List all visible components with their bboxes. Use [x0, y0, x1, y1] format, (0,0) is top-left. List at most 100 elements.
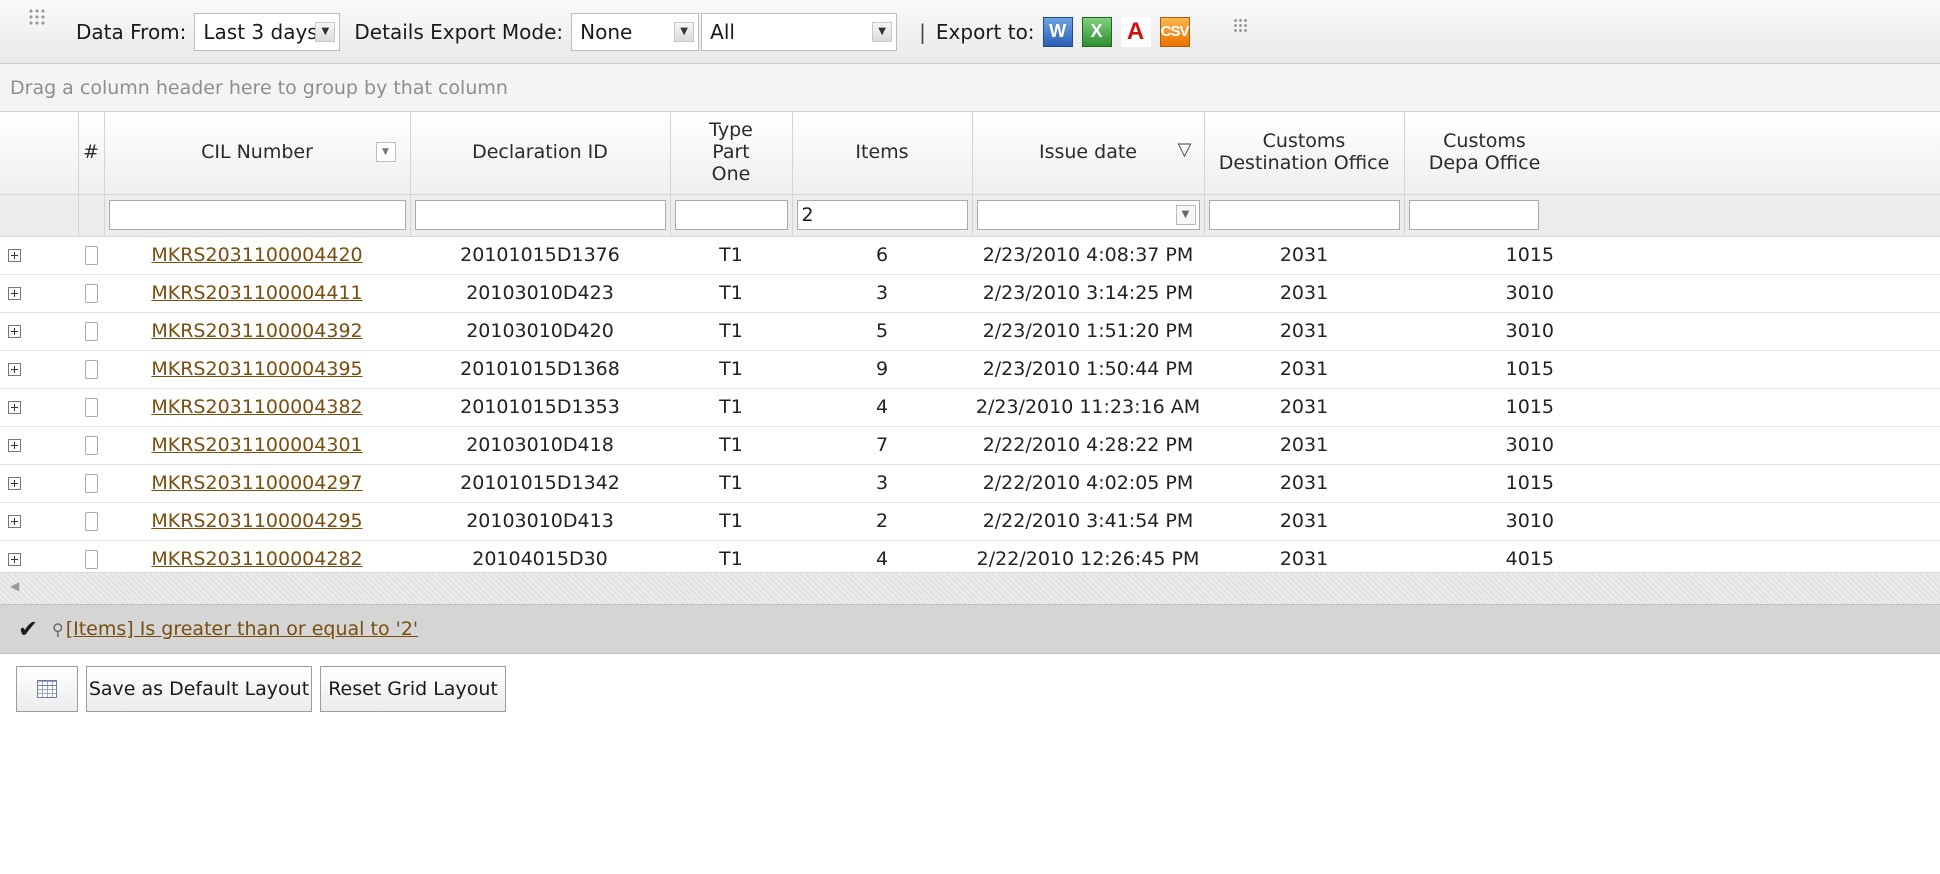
expand-row-icon[interactable] — [8, 477, 21, 490]
expand-row-icon[interactable] — [8, 363, 21, 376]
cil-number-link[interactable]: MKRS2031100004297 — [151, 472, 362, 494]
cil-number-filter-input[interactable] — [108, 200, 406, 230]
expand-row-cell[interactable] — [0, 236, 78, 275]
cil-number-cell: MKRS2031100004420 — [104, 236, 410, 275]
cil-number-cell: MKRS2031100004295 — [104, 502, 410, 541]
cil-number-link[interactable]: MKRS2031100004282 — [151, 548, 362, 570]
row-select-cell[interactable] — [78, 350, 104, 389]
cil-number-link[interactable]: MKRS2031100004301 — [151, 434, 362, 456]
expand-row-cell[interactable] — [0, 426, 78, 465]
cil-number-cell: MKRS2031100004411 — [104, 274, 410, 313]
row-checkbox[interactable] — [84, 550, 98, 569]
column-header-cil-number[interactable]: CIL Number ▼ — [104, 112, 411, 195]
table-row[interactable]: MKRS2031100004420 20101015D1376 T1 6 2/23/20… — [0, 236, 1940, 275]
row-select-cell[interactable] — [78, 388, 104, 427]
scroll-left-icon[interactable]: ◀ — [10, 579, 19, 593]
table-row[interactable]: MKRS2031100004392 20103010D420 T1 5 2/23/201… — [0, 312, 1940, 351]
row-checkbox[interactable] — [84, 360, 98, 379]
data-from-label: Data From: — [76, 19, 187, 44]
row-select-cell[interactable] — [78, 236, 104, 275]
row-select-cell[interactable] — [78, 274, 104, 313]
chevron-down-icon[interactable]: ▼ — [872, 21, 893, 42]
excel-export-icon[interactable]: X — [1081, 16, 1112, 47]
issue-date-filter-input[interactable]: ▼ — [976, 200, 1200, 230]
row-checkbox[interactable] — [84, 322, 98, 341]
expand-row-icon[interactable] — [8, 515, 21, 528]
expand-row-cell[interactable] — [0, 350, 78, 389]
group-by-hint: Drag a column header here to group by th… — [10, 76, 508, 99]
destination-office-filter-input[interactable] — [1208, 200, 1400, 230]
row-checkbox[interactable] — [84, 512, 98, 531]
chevron-down-icon[interactable]: ▼ — [1175, 205, 1196, 225]
details-filter-select[interactable]: All ▼ — [701, 12, 898, 51]
column-header-customs-departure-office[interactable]: Customs Depa Office — [1404, 112, 1940, 195]
column-header-declaration-id[interactable]: Declaration ID — [410, 112, 671, 195]
items-cell: 6 — [792, 236, 972, 275]
type-part-one-filter-input[interactable] — [674, 200, 788, 230]
row-checkbox[interactable] — [84, 246, 98, 265]
expand-row-icon[interactable] — [8, 325, 21, 338]
table-row[interactable]: MKRS2031100004297 20101015D1342 T1 3 2/22/20… — [0, 464, 1940, 503]
table-row[interactable]: MKRS2031100004382 20101015D1353 T1 4 2/23/20… — [0, 388, 1940, 427]
expand-row-cell[interactable] — [0, 312, 78, 351]
column-menu-icon[interactable]: ▼ — [375, 142, 396, 162]
cil-number-link[interactable]: MKRS2031100004382 — [151, 396, 362, 418]
column-header-type-part-one[interactable]: Type Part One — [670, 112, 793, 195]
column-chooser-button[interactable] — [16, 666, 78, 712]
row-checkbox[interactable] — [84, 284, 98, 303]
expand-row-icon[interactable] — [8, 249, 21, 262]
data-from-select[interactable]: Last 3 days ▼ — [194, 12, 341, 51]
column-header-items[interactable]: Items — [792, 112, 973, 195]
pdf-export-icon[interactable]: A — [1120, 16, 1151, 47]
expand-row-cell[interactable] — [0, 502, 78, 541]
row-select-cell[interactable] — [78, 312, 104, 351]
results-grid: # CIL Number ▼ Declaration ID Type Part … — [0, 112, 1940, 579]
expand-row-icon[interactable] — [8, 553, 21, 566]
row-select-cell[interactable] — [78, 502, 104, 541]
chevron-down-icon[interactable]: ▼ — [315, 21, 336, 42]
resize-grip-icon[interactable] — [1232, 17, 1247, 32]
chevron-down-icon[interactable]: ▼ — [674, 21, 695, 42]
cil-number-link[interactable]: MKRS2031100004411 — [151, 282, 362, 304]
expand-row-cell[interactable] — [0, 274, 78, 313]
departure-office-cell: 3010 — [1404, 312, 1940, 351]
drag-grip-icon[interactable] — [28, 8, 46, 26]
cil-number-link[interactable]: MKRS2031100004395 — [151, 358, 362, 380]
items-filter-input[interactable]: 2 — [796, 200, 968, 230]
table-row[interactable]: MKRS2031100004295 20103010D413 T1 2 2/22/201… — [0, 502, 1940, 541]
filter-enabled-checkbox[interactable]: ✔ — [18, 615, 38, 643]
cil-number-link[interactable]: MKRS2031100004295 — [151, 510, 362, 532]
table-row[interactable]: MKRS2031100004395 20101015D1368 T1 9 2/23/20… — [0, 350, 1940, 389]
export-mode-select[interactable]: None ▼ — [571, 12, 700, 51]
table-row[interactable]: MKRS2031100004411 20103010D423 T1 3 2/23/201… — [0, 274, 1940, 313]
sort-descending-icon[interactable]: ▽ — [1178, 139, 1192, 161]
declaration-id-filter-input[interactable] — [414, 200, 666, 230]
cil-number-link[interactable]: MKRS2031100004420 — [151, 244, 362, 266]
csv-export-icon[interactable]: CSV — [1159, 16, 1190, 47]
cil-number-link[interactable]: MKRS2031100004392 — [151, 320, 362, 342]
word-export-icon[interactable]: W — [1042, 16, 1073, 47]
column-header-customs-destination-office[interactable]: Customs Destination Office — [1204, 112, 1405, 195]
departure-office-filter-input[interactable] — [1408, 200, 1539, 230]
row-checkbox[interactable] — [84, 474, 98, 493]
expand-row-cell[interactable] — [0, 388, 78, 427]
type-part-one-cell: T1 — [670, 236, 792, 275]
declaration-id-cell: 20103010D423 — [410, 274, 670, 313]
reset-grid-layout-button[interactable]: Reset Grid Layout — [320, 666, 506, 712]
column-header-issue-date[interactable]: Issue date ▽ — [972, 112, 1205, 195]
row-select-cell[interactable] — [78, 426, 104, 465]
expand-row-icon[interactable] — [8, 287, 21, 300]
filter-cell-empty — [78, 194, 105, 237]
expand-row-icon[interactable] — [8, 439, 21, 452]
expand-row-cell[interactable] — [0, 464, 78, 503]
row-checkbox[interactable] — [84, 398, 98, 417]
column-header-number[interactable]: # — [78, 112, 105, 195]
expand-row-icon[interactable] — [8, 401, 21, 414]
table-row[interactable]: MKRS2031100004301 20103010D418 T1 7 2/22/201… — [0, 426, 1940, 465]
filter-expression-link[interactable]: [Items] Is greater than or equal to '2' — [66, 618, 418, 640]
horizontal-scrollbar[interactable]: ◀ — [0, 572, 1940, 604]
row-checkbox[interactable] — [84, 436, 98, 455]
row-select-cell[interactable] — [78, 464, 104, 503]
group-by-panel[interactable]: Drag a column header here to group by th… — [0, 64, 1940, 112]
save-default-layout-button[interactable]: Save as Default Layout — [86, 666, 312, 712]
